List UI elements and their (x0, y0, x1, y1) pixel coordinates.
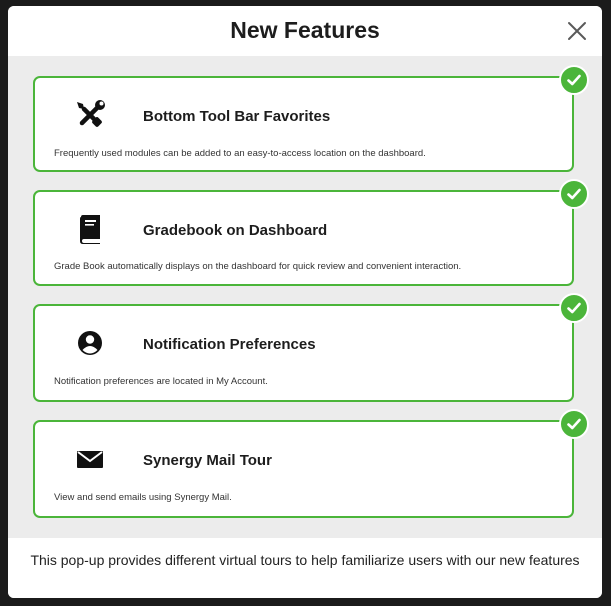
feature-description: View and send emails using Synergy Mail. (54, 492, 232, 503)
dialog-footer: This pop-up provides different virtual t… (8, 538, 602, 598)
check-icon (567, 418, 581, 430)
feature-title: Notification Preferences (143, 336, 316, 353)
completed-check-badge (559, 65, 589, 95)
completed-check-badge (559, 293, 589, 323)
feature-title: Bottom Tool Bar Favorites (143, 108, 331, 125)
feature-card-bottom-toolbar-favorites[interactable]: Bottom Tool Bar Favorites Frequently use… (33, 76, 574, 172)
feature-description: Notification preferences are located in … (54, 376, 268, 387)
feature-description: Frequently used modules can be added to … (54, 148, 426, 159)
tools-icon (73, 98, 107, 132)
check-icon (567, 302, 581, 314)
check-icon (567, 188, 581, 200)
feature-card-synergy-mail-tour[interactable]: Synergy Mail Tour View and send emails u… (33, 420, 574, 518)
feature-description: Grade Book automatically displays on the… (54, 261, 462, 272)
feature-title: Synergy Mail Tour (143, 452, 272, 469)
footer-info-text: This pop-up provides different virtual t… (30, 552, 580, 568)
mail-icon (73, 442, 107, 476)
feature-title: Gradebook on Dashboard (143, 222, 328, 239)
new-features-dialog: New Features Bottom Tool Bar Favorites F… (8, 6, 602, 598)
completed-check-badge (559, 409, 589, 439)
feature-card-gradebook-on-dashboard[interactable]: Gradebook on Dashboard Grade Book automa… (33, 190, 574, 286)
book-icon (73, 212, 107, 246)
check-icon (567, 74, 581, 86)
account-circle-icon (73, 326, 107, 360)
feature-card-notification-preferences[interactable]: Notification Preferences Notification pr… (33, 304, 574, 402)
completed-check-badge (559, 179, 589, 209)
feature-list: Bottom Tool Bar Favorites Frequently use… (8, 6, 602, 598)
